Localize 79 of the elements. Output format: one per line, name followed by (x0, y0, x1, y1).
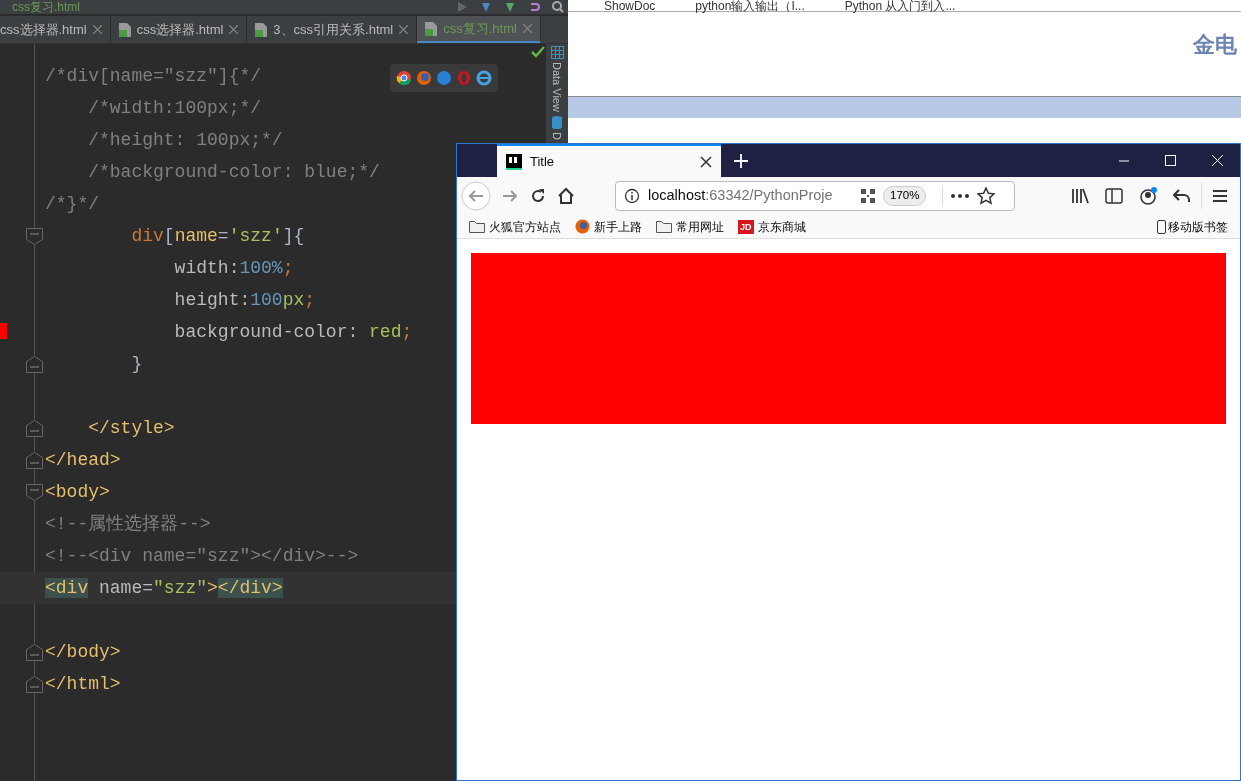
qr-code-icon[interactable] (861, 189, 875, 203)
code-line: div[name='szz']{ (130, 224, 305, 248)
code-line: <div name="szz"></div> (45, 576, 283, 600)
zoom-level[interactable]: 170% (883, 186, 927, 206)
bookmark[interactable]: Python 从入门到入... (844, 0, 956, 11)
opera-icon[interactable] (456, 70, 472, 86)
reload-icon[interactable] (529, 187, 547, 205)
vcs-icon[interactable] (480, 1, 492, 13)
html-file-icon (255, 22, 268, 37)
code-line: </html> (45, 672, 121, 696)
database-icon[interactable] (551, 114, 563, 129)
code-line: <!--属性选择器--> (45, 512, 211, 536)
bookmark[interactable]: python输入输出（I... (695, 0, 805, 11)
bookmark[interactable]: 新手上路 (575, 217, 642, 236)
chrome-icon[interactable] (396, 70, 412, 86)
search-icon[interactable] (552, 1, 564, 13)
account-icon[interactable] (1139, 187, 1157, 205)
editor-tab[interactable]: css选择器.html (0, 16, 111, 43)
fold-marker-icon[interactable] (26, 676, 43, 693)
fold-marker-icon[interactable] (26, 484, 43, 501)
sidebar-icon[interactable] (1105, 188, 1123, 204)
undo-icon[interactable] (528, 1, 540, 13)
browser-tab[interactable]: Title (497, 144, 721, 177)
more-icon[interactable] (951, 194, 970, 198)
ie-icon[interactable] (476, 70, 492, 86)
library-icon[interactable] (1071, 188, 1089, 204)
phone-icon (1157, 219, 1166, 234)
code-line: </head> (45, 448, 121, 472)
folder-icon (469, 220, 485, 233)
code-line: <!--<div name="szz"></div>--> (45, 544, 359, 568)
mobile-bookmarks[interactable]: 移动版书签 (1157, 217, 1228, 236)
code-line: /*div[name="szz"]{*/ (45, 64, 262, 88)
code-line: } (130, 352, 143, 376)
address-bar[interactable]: localhost:63342/PythonProje 170% (615, 181, 1015, 211)
grid-icon[interactable] (550, 46, 564, 59)
back-icon[interactable] (461, 181, 491, 211)
bookmark[interactable]: 火狐官方站点 (469, 217, 561, 236)
maximize-icon[interactable] (1165, 155, 1176, 166)
jd-logo: JD (738, 219, 754, 234)
menu-icon[interactable] (1212, 189, 1228, 203)
side-panel-label[interactable]: Data View (551, 62, 563, 112)
check-icon (531, 46, 545, 58)
html-file-icon (118, 22, 131, 37)
info-icon[interactable] (624, 188, 640, 204)
run-icon[interactable] (456, 1, 468, 13)
code-line: </style> (87, 416, 175, 440)
page-heading: 金电 (1193, 31, 1237, 59)
html-file-icon (425, 21, 438, 36)
side-panel-label[interactable]: D (551, 131, 563, 140)
code-line: /*background-color: blue;*/ (87, 160, 380, 184)
forward-icon[interactable] (501, 188, 519, 204)
fold-marker-icon[interactable] (26, 420, 43, 437)
code-line: /*width:100px;*/ (87, 96, 262, 120)
code-line: height:100px; (173, 288, 316, 312)
undo-arrow-icon[interactable] (1173, 188, 1191, 204)
vcs-icon[interactable] (504, 1, 516, 13)
bookmark[interactable]: JD 京东商城 (738, 217, 806, 236)
editor-tab[interactable]: css选择器.html (110, 16, 248, 43)
fold-marker-icon[interactable] (26, 356, 43, 373)
code-line: <body> (45, 480, 110, 504)
folder-icon (656, 220, 672, 233)
bookmark[interactable]: 常用网址 (656, 217, 724, 236)
new-tab-icon[interactable] (733, 153, 749, 169)
home-icon[interactable] (557, 187, 575, 205)
bookmark[interactable]: ShowDoc (604, 0, 656, 11)
url-text: localhost:63342/PythonProje (648, 186, 834, 206)
firefox-icon (575, 219, 590, 234)
tab-title: Title (530, 152, 556, 171)
app-icon (506, 153, 522, 170)
fold-marker-icon[interactable] (26, 644, 43, 661)
star-icon[interactable] (977, 187, 996, 205)
code-line: background-color: red; (173, 320, 413, 344)
code-line: /*height: 100px;*/ (87, 128, 283, 152)
fold-marker-icon[interactable] (26, 228, 43, 245)
close-icon[interactable] (700, 155, 712, 168)
code-line: width:100%; (173, 256, 294, 280)
code-line: </body> (45, 640, 121, 664)
fold-marker-icon[interactable] (26, 452, 43, 469)
code-line: /*}*/ (45, 192, 99, 216)
